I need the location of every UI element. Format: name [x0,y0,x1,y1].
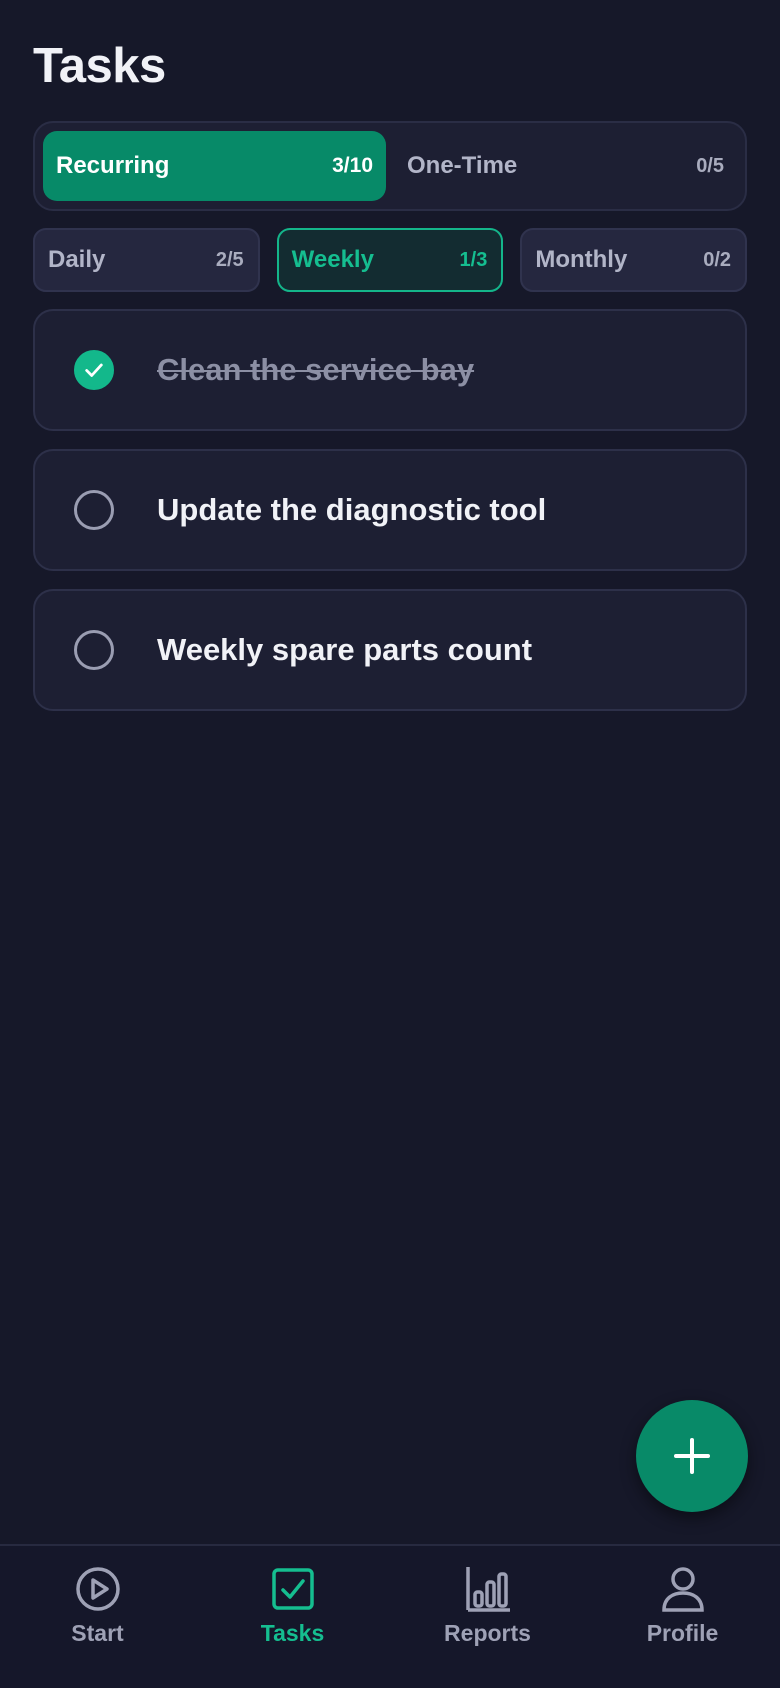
task-label: Weekly spare parts count [157,632,533,667]
segment-count: 0/5 [696,154,724,177]
nav-tasks[interactable]: Tasks [195,1546,390,1688]
segment-label: One-Time [407,152,518,179]
task-item[interactable]: Weekly spare parts count [33,589,747,711]
task-item[interactable]: Update the diagnostic tool [33,449,747,571]
page-title: Tasks [33,39,166,93]
segment-count: 3/10 [332,154,373,177]
segment-label: Recurring [56,152,170,179]
segment-recurring[interactable]: Recurring 3/10 [43,131,386,201]
play-circle-icon [75,1567,120,1611]
filter-count: 0/2 [703,248,732,271]
bottom-navigation: Start Tasks Reports Profile [0,1544,780,1688]
filter-label: Daily [48,246,106,273]
bar-chart-icon [465,1567,510,1612]
filter-count: 2/5 [215,248,244,271]
segment-one-time[interactable]: One-Time 0/5 [394,131,737,201]
empty-circle-icon[interactable] [74,490,114,530]
checkbox-icon [271,1568,314,1610]
task-type-switcher: Recurring 3/10 One-Time 0/5 [33,121,747,211]
user-icon [661,1567,704,1612]
task-label: Update the diagnostic tool [157,492,547,527]
filter-daily[interactable]: Daily 2/5 [33,228,260,292]
empty-circle-icon[interactable] [74,630,114,670]
task-list: Clean the service bay Update the diagnos… [33,309,747,729]
nav-profile[interactable]: Profile [585,1546,780,1688]
nav-label: Start [71,1620,124,1646]
plus-icon [674,1438,710,1474]
filter-label: Monthly [535,246,628,273]
filter-weekly[interactable]: Weekly 1/3 [276,228,504,292]
filter-count: 1/3 [459,248,488,271]
nav-label: Profile [646,1620,719,1646]
filter-monthly[interactable]: Monthly 0/2 [520,228,748,292]
task-label: Clean the service bay [157,352,475,387]
checkmark-circle-icon[interactable] [74,350,114,390]
add-task-button[interactable] [636,1400,748,1512]
filter-label: Weekly [291,246,374,273]
nav-label: Tasks [260,1620,325,1646]
nav-start[interactable]: Start [0,1546,195,1688]
nav-label: Reports [444,1620,531,1646]
nav-reports[interactable]: Reports [390,1546,585,1688]
tasks-screen: Tasks Recurring 3/10 One-Time 0/5 Daily … [0,0,780,1688]
task-item[interactable]: Clean the service bay [33,309,747,431]
frequency-filter: Daily 2/5 Weekly 1/3 Monthly 0/2 [33,228,748,292]
